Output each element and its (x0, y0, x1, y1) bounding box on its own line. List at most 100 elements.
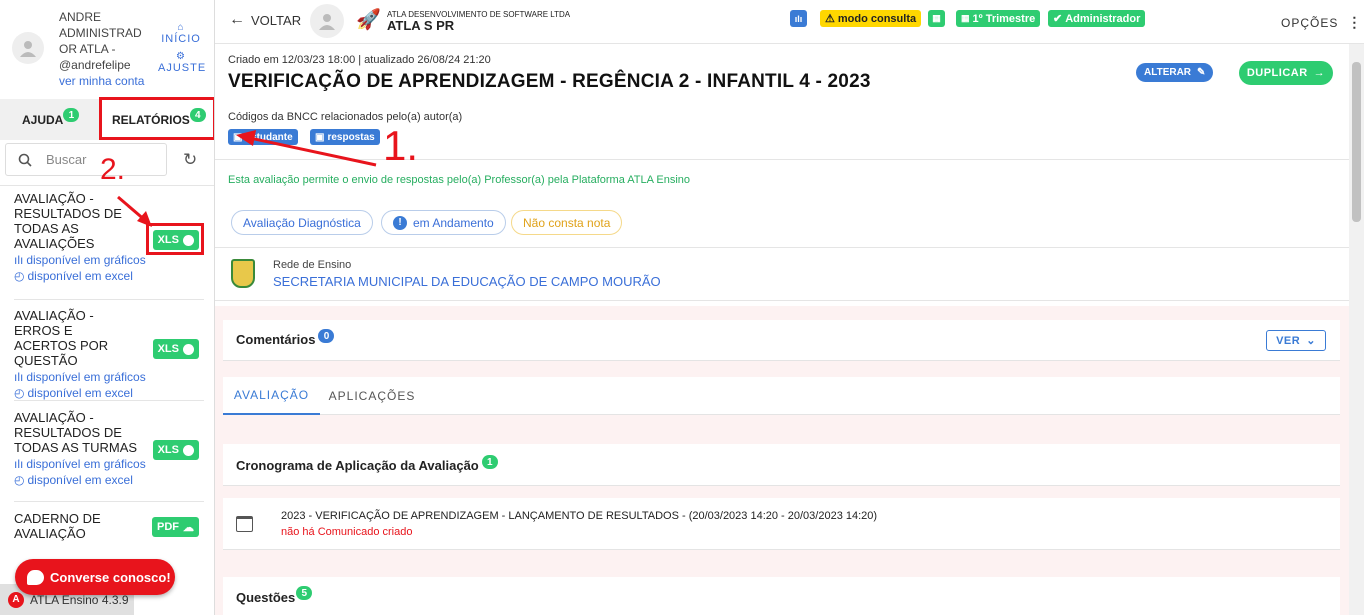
excel-link[interactable]: ◴ disponível em excel (14, 269, 204, 283)
tab-help-label: AJUDA (22, 113, 64, 127)
charts-link-label: disponível em gráficos (26, 370, 146, 384)
top-bar: ← VOLTAR 🚀 ATLA DESENVOLVIMENTO DE SOFTW… (215, 0, 1364, 44)
bncc-label: Códigos da BNCC relacionados pelo(a) aut… (228, 111, 463, 123)
gear-icon: ⚙ (176, 51, 186, 62)
excel-link-label: disponível em excel (27, 269, 133, 283)
tag-grade: Não consta nota (511, 210, 623, 235)
calendar-button[interactable]: ▦ (928, 10, 945, 27)
duplicate-button[interactable]: DUPLICAR → (1239, 61, 1333, 85)
home-icon: ⌂ (177, 22, 185, 33)
sidebar: ANDRE ADMINISTRAD OR ATLA - @andrefelipe… (0, 0, 215, 615)
xls-button[interactable]: XLS (152, 440, 199, 460)
chat-button[interactable]: Converse conosco! (15, 559, 175, 595)
schedule-item-title: 2023 - VERIFICAÇÃO DE APRENDIZAGEM - LAN… (281, 510, 878, 522)
report-title: CADERNO DE AVALIAÇÃO (14, 511, 101, 541)
back-button[interactable]: ← VOLTAR (229, 12, 301, 28)
edit-button[interactable]: ALTERAR ✎ (1136, 63, 1214, 82)
chart-button[interactable]: ılı (790, 10, 807, 27)
tab-evaluation-label: AVALIAÇÃO (233, 388, 310, 402)
search-input[interactable]: Buscar (46, 152, 86, 167)
search-box[interactable]: Buscar (5, 143, 167, 176)
info-icon: ! (393, 215, 407, 230)
chart-bars-icon: ılı (14, 457, 24, 471)
more-vertical-icon: ⋮ (1347, 14, 1363, 30)
tabs-card: AVALIAÇÃO APLICAÇÕES (223, 377, 1340, 415)
back-label: VOLTAR (251, 12, 302, 28)
settings-button[interactable]: ⚙ AJUSTE (158, 51, 205, 75)
mode-badge[interactable]: ⚠ modo consulta (820, 10, 922, 27)
tab-applications[interactable]: APLICAÇÕES (320, 377, 424, 415)
edit-icon: ✎ (1197, 67, 1206, 78)
scrollbar[interactable] (1349, 44, 1364, 615)
arrow-right-icon: → (1313, 67, 1326, 79)
schedule-header-card: Cronograma de Aplicação da Avaliação 1 (223, 444, 1340, 486)
search-icon (18, 153, 32, 167)
chip-answers[interactable]: ▣ respostas (310, 129, 380, 145)
printer-icon: ▣ (315, 131, 325, 143)
charts-link[interactable]: ılı disponível em gráficos (14, 370, 204, 384)
tab-evaluation[interactable]: AVALIAÇÃO (223, 377, 320, 415)
term-label: 1º Trimestre (972, 12, 1036, 25)
xls-button[interactable]: XLS (152, 339, 199, 359)
xls-label: XLS (157, 343, 179, 355)
term-badge[interactable]: ▦ 1º Trimestre (956, 10, 1041, 27)
chip-student[interactable]: ▣ estudante (228, 129, 298, 145)
chat-bubble-icon (27, 569, 44, 585)
excel-link[interactable]: ◴ disponível em excel (14, 386, 204, 400)
schedule-count-badge: 1 (481, 455, 498, 469)
user-handle: @andrefelipe (59, 58, 131, 72)
chevron-down-icon: ⌄ (1306, 335, 1316, 347)
excel-link[interactable]: ◴ disponível em excel (14, 473, 204, 487)
tab-help[interactable]: AJUDA 1 (22, 108, 80, 127)
company-block: ATLA DESENVOLVIMENTO DE SOFTWARE LTDA AT… (387, 10, 570, 33)
chip-student-label: estudante (245, 131, 293, 143)
mode-label: modo consulta (837, 12, 917, 25)
comments-card: Comentários 0 VER ⌄ (223, 320, 1340, 361)
edit-label: ALTERAR (1144, 67, 1192, 78)
user-name-1: ANDRE (59, 10, 102, 24)
company-avatar[interactable] (310, 4, 344, 38)
options-label: OPÇÕES (1281, 15, 1339, 30)
pdf-button[interactable]: PDF ☁ (152, 517, 199, 537)
schedule-item-card[interactable]: 2023 - VERIFICAÇÃO DE APRENDIZAGEM - LAN… (223, 498, 1340, 550)
comments-label: Comentários (236, 332, 316, 347)
check-circle-icon: ✔ (1053, 13, 1063, 25)
view-comments-button[interactable]: VER ⌄ (1266, 330, 1326, 351)
scrollbar-thumb[interactable] (1352, 62, 1361, 222)
help-count-badge: 1 (63, 108, 80, 122)
questions-heading: Questões 5 (236, 586, 313, 605)
user-name-2: ADMINISTRAD (59, 26, 142, 40)
chat-label: Converse conosco! (50, 569, 171, 585)
chart-bars-icon: ılı (794, 13, 803, 24)
highlight-reports-tab (99, 97, 214, 140)
options-menu[interactable]: OPÇÕES ⋮ (1281, 14, 1362, 31)
annotation-label-one: 1. (383, 122, 419, 169)
role-badge[interactable]: ✔ Administrador (1048, 10, 1146, 27)
network-name[interactable]: SECRETARIA MUNICIPAL DA EDUCAÇÃO DE CAMP… (273, 274, 661, 289)
charts-link[interactable]: ılı disponível em gráficos (14, 253, 204, 267)
rocket-logo-icon: 🚀 (356, 9, 381, 31)
printer-icon: ▣ (233, 131, 243, 143)
cloud-download-icon: ☁ (183, 521, 194, 534)
refresh-icon[interactable]: ↻ (183, 151, 197, 168)
pie-icon (183, 343, 194, 355)
page-title: VERIFICAÇÃO DE APRENDIZAGEM - REGÊNCIA 2… (228, 71, 871, 92)
xls-label: XLS (157, 444, 179, 456)
pie-icon (183, 444, 194, 456)
clock-icon: ◴ (14, 269, 25, 283)
questions-card: Questões 5 (223, 577, 1340, 615)
home-label: INÍCIO (161, 33, 201, 45)
schedule-heading: Cronograma de Aplicação da Avaliação 1 (236, 455, 498, 473)
home-button[interactable]: ⌂ INÍCIO (158, 22, 204, 46)
tag-status: ! em Andamento (381, 210, 506, 235)
user-name-3: OR ATLA - (59, 42, 116, 56)
schedule-label: Cronograma de Aplicação da Avaliação (236, 458, 479, 473)
questions-label: Questões (236, 590, 296, 605)
report-title: AVALIAÇÃO - ERROS E ACERTOS POR QUESTÃO (14, 308, 109, 368)
warning-icon: ⚠ (825, 13, 835, 25)
account-link[interactable]: ver minha conta (59, 73, 144, 89)
user-icon (20, 41, 36, 57)
avatar[interactable] (12, 32, 44, 64)
report-title: AVALIAÇÃO - RESULTADOS DE TODAS AS AVALI… (14, 191, 122, 251)
notice-text: Esta avaliação permite o envio de respos… (228, 174, 691, 186)
